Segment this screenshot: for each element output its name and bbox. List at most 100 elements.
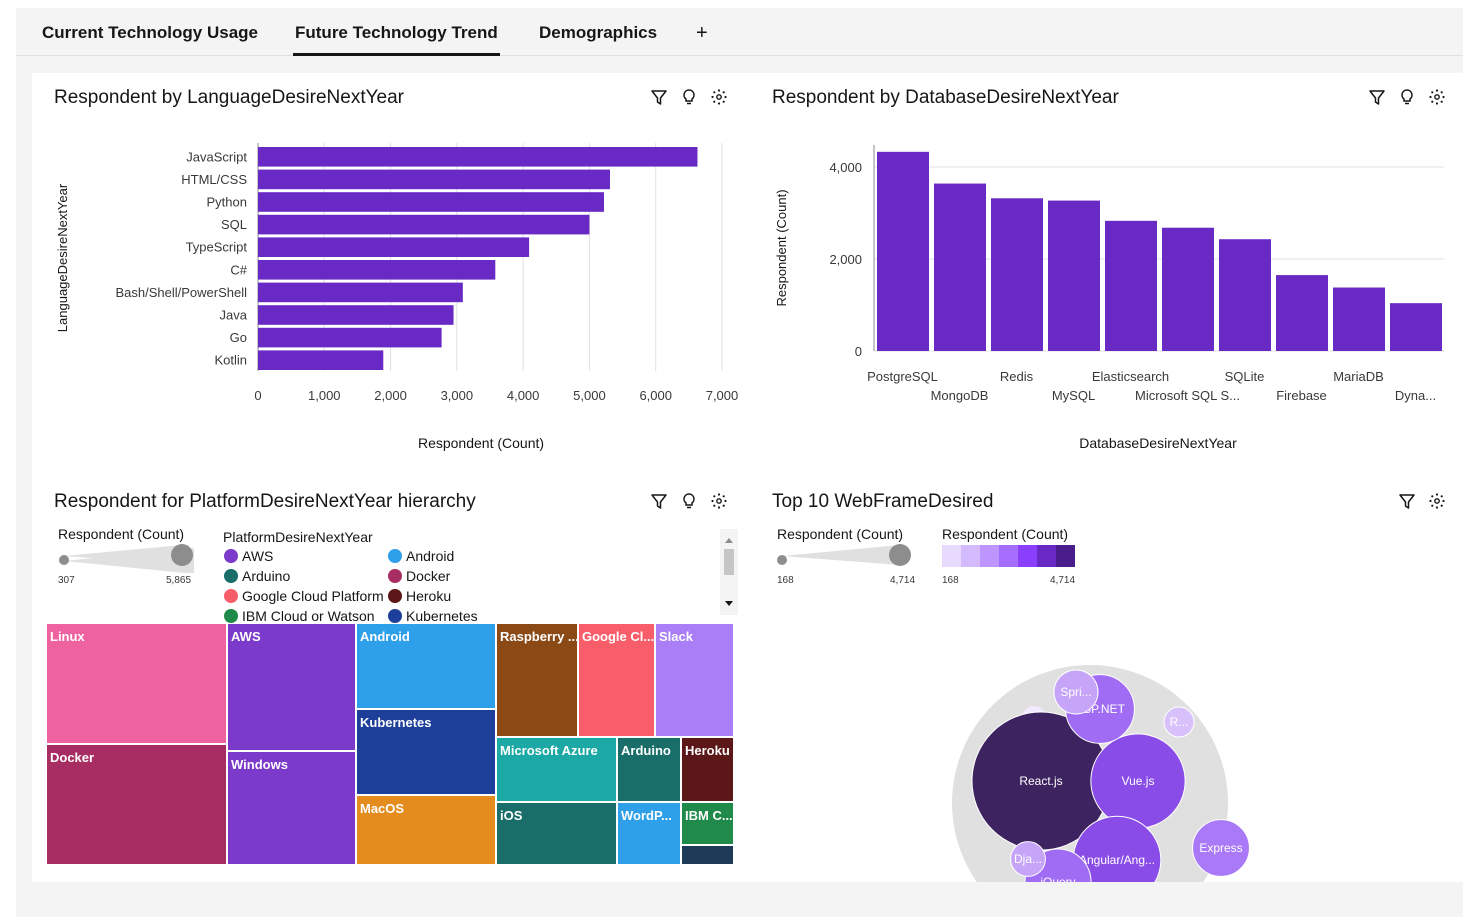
platform-treemap: Linux Docker AWS Windows Android Kubernetes Ma… [46, 623, 734, 865]
tab-current-technology-usage[interactable]: Current Technology Usage [40, 8, 260, 56]
treemap-cell-label: WordP... [621, 808, 672, 823]
legend-swatch [224, 589, 238, 603]
legend-swatch [388, 609, 402, 623]
language-bar [258, 237, 530, 257]
bubble-label: Angular/Ang... [1079, 853, 1155, 867]
platform-size-legend-title: Respondent (Count) [58, 526, 185, 542]
database-bar [1333, 287, 1385, 351]
platform-chart-title: Respondent for PlatformDesireNextYear hi… [54, 491, 476, 512]
lightbulb-icon[interactable] [680, 491, 698, 511]
language-x-axis-label: Respondent (Count) [418, 435, 544, 451]
treemap-cell-label: Slack [659, 629, 693, 644]
language-x-tick: 4,000 [507, 388, 540, 403]
platform-legend-item[interactable]: Google Cloud Platform [224, 588, 384, 604]
treemap-cell[interactable]: Google Cl... [578, 623, 655, 737]
database-y-axis-label: Respondent (Count) [774, 189, 789, 306]
language-x-tick: 7,000 [706, 388, 739, 403]
platform-legend-item[interactable]: AWS [224, 548, 273, 564]
database-x-axis-label: DatabaseDesireNextYear [1079, 435, 1237, 451]
webframe-bubble-chart: React.js Vue.jsAngular/Ang...ASP.NETjQuer… [952, 665, 1250, 882]
add-tab-button[interactable]: + [694, 8, 710, 56]
tab-future-technology-trend[interactable]: Future Technology Trend [293, 8, 500, 56]
treemap-cell[interactable]: Arduino [617, 737, 681, 802]
treemap-cell[interactable]: Android [356, 623, 496, 709]
chart-settings-icon[interactable] [710, 491, 728, 511]
database-y-tick: 4,000 [829, 160, 862, 175]
database-category-label: Firebase [1276, 388, 1327, 403]
database-category-label: Redis [1000, 369, 1034, 384]
legend-scrollbar[interactable] [720, 529, 738, 615]
language-x-tick: 3,000 [441, 388, 474, 403]
treemap-cell[interactable]: IBM C... [681, 802, 734, 845]
language-widget[interactable]: Respondent by LanguageDesireNextYear Lan… [32, 73, 747, 473]
treemap-cell[interactable]: MacOS [356, 795, 496, 865]
legend-label: Arduino [242, 568, 291, 584]
platform-legend-item[interactable]: Kubernetes [388, 608, 478, 624]
treemap-cell[interactable]: Slack [655, 623, 734, 737]
database-category-label: SQLite [1225, 369, 1265, 384]
platform-legend-item[interactable]: Docker [388, 568, 450, 584]
top-strip [0, 0, 1463, 8]
database-category-label: MySQL [1052, 388, 1095, 403]
webframe-widget[interactable]: Top 10 WebFrameDesired Respondent (Count… [750, 477, 1463, 882]
treemap-cell[interactable]: AWS [227, 623, 356, 751]
platform-legend-item[interactable]: Arduino [224, 568, 290, 584]
legend-swatch [388, 569, 402, 583]
treemap-cell-label: MacOS [360, 801, 405, 816]
treemap-cell[interactable]: Kubernetes [356, 709, 496, 795]
language-x-tick: 6,000 [639, 388, 672, 403]
treemap-cell[interactable]: Heroku [681, 737, 734, 802]
legend-swatch [224, 609, 238, 623]
legend-scrollbar-arrows [724, 538, 734, 606]
language-x-tick: 2,000 [374, 388, 407, 403]
database-category-label: Dyna... [1395, 388, 1436, 403]
database-bar [877, 151, 929, 351]
platform-legend-item[interactable]: Heroku [388, 588, 451, 604]
platform-legend-item[interactable]: IBM Cloud or Watson [224, 608, 375, 624]
treemap-cell[interactable]: Windows [227, 751, 356, 865]
database-category-label: Microsoft SQL S... [1135, 388, 1240, 403]
dashboard-canvas: Respondent by LanguageDesireNextYear Lan… [32, 73, 1463, 882]
treemap-cell-label: Kubernetes [360, 715, 432, 730]
database-category-label: PostgreSQL [867, 369, 938, 384]
treemap-cell[interactable]: iOS [496, 802, 617, 865]
language-x-tick: 5,000 [573, 388, 606, 403]
legend-swatch [224, 549, 238, 563]
filter-icon[interactable] [650, 491, 668, 511]
treemap-cell[interactable]: WordP... [617, 802, 681, 865]
database-category-label: MariaDB [1333, 369, 1384, 384]
treemap-cell-label: AWS [231, 629, 261, 644]
database-bar [991, 198, 1043, 351]
tab-demographics[interactable]: Demographics [537, 8, 659, 56]
legend-label: Kubernetes [406, 608, 478, 624]
database-y-tick: 0 [855, 344, 862, 359]
legend-label: Heroku [406, 588, 452, 604]
treemap-cell-label: Docker [50, 750, 95, 765]
treemap-cell[interactable]: Docker [46, 744, 227, 865]
language-bar [258, 327, 442, 348]
treemap-cell-label: Windows [231, 757, 288, 772]
treemap-cell[interactable]: Linux [46, 623, 227, 744]
bubble-label: Dja... [1014, 852, 1042, 866]
language-category-label: Kotlin [214, 353, 247, 368]
database-bar [1219, 239, 1271, 351]
legend-label: Docker [406, 568, 451, 584]
platform-widget[interactable]: Respondent for PlatformDesireNextYear hi… [32, 477, 747, 882]
platform-widget-toolbar [650, 491, 728, 511]
language-category-label: TypeScript [186, 240, 248, 255]
platform-size-legend [59, 544, 194, 573]
tab-bar: Current Technology Usage Future Technolo… [16, 8, 1463, 56]
treemap-cell[interactable]: Raspberry ... [496, 623, 578, 737]
treemap-cell[interactable] [681, 845, 734, 865]
database-widget[interactable]: Respondent by DatabaseDesireNextYear Res… [750, 73, 1463, 473]
language-category-label: SQL [221, 217, 247, 232]
platform-color-legend-title: PlatformDesireNextYear [223, 529, 373, 545]
bubble-label: Vue.js [1122, 774, 1155, 788]
treemap-cell[interactable]: Microsoft Azure [496, 737, 617, 802]
bubble-label: React.js [1019, 774, 1062, 788]
platform-size-max: 5,865 [166, 575, 192, 586]
legend-swatch [388, 589, 402, 603]
treemap-cell-label: Heroku [685, 743, 730, 758]
language-category-label: Java [220, 308, 248, 323]
platform-legend-item[interactable]: Android [388, 548, 454, 564]
